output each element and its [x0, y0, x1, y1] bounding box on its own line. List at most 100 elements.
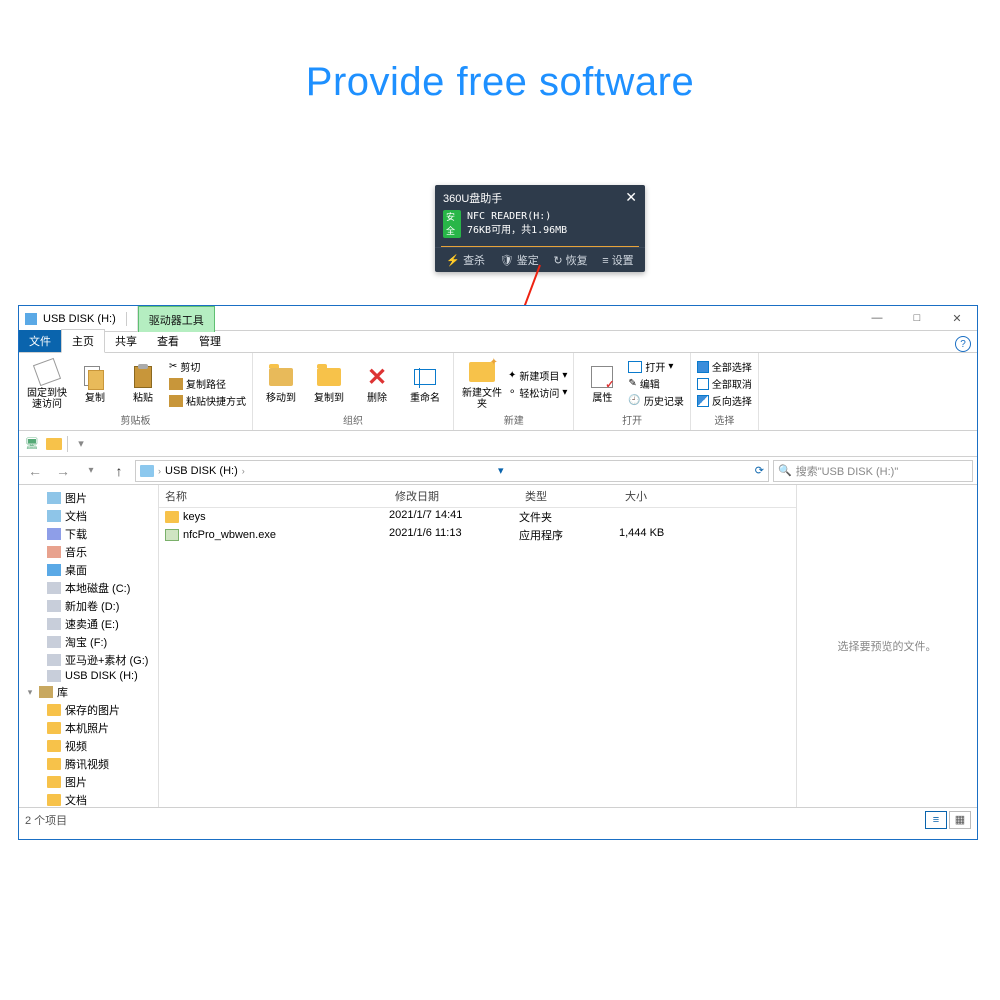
- selectnone-button[interactable]: 全部取消: [697, 376, 752, 391]
- popup-title: 360U盘助手: [443, 190, 502, 206]
- close-icon[interactable]: ✕: [625, 189, 637, 206]
- nav-item-label: 桌面: [65, 562, 87, 578]
- close-button[interactable]: ✕: [937, 306, 977, 330]
- chevron-right-icon[interactable]: ›: [156, 466, 163, 476]
- popup-action-settings[interactable]: ≡ 设置: [602, 252, 633, 268]
- qat-dropdown[interactable]: ▾: [72, 435, 90, 453]
- drive-crumb-icon: [140, 465, 154, 477]
- nav-item[interactable]: 桌面: [21, 561, 156, 579]
- moveto-button[interactable]: 移动到: [259, 363, 303, 404]
- newfolder-button[interactable]: 新建文件夹: [460, 358, 504, 410]
- drive-tools-label: 驱动器工具: [138, 306, 215, 332]
- nav-item[interactable]: 腾讯视频: [21, 755, 156, 773]
- nav-item[interactable]: 下载: [21, 525, 156, 543]
- ni-fld-icon: [47, 758, 61, 770]
- forward-button[interactable]: →: [51, 459, 75, 483]
- nav-item-label: 库: [57, 684, 68, 700]
- tab-home[interactable]: 主页: [61, 329, 105, 353]
- col-size[interactable]: 大小: [619, 485, 709, 507]
- quick-access-bar: 🖥 ▾: [19, 431, 977, 457]
- search-icon: 🔍: [778, 464, 792, 477]
- nav-item-label: 下载: [65, 526, 87, 542]
- history-button[interactable]: 🕘 历史记录: [628, 393, 683, 408]
- file-size: [619, 509, 709, 525]
- file-row[interactable]: keys2021/1/7 14:41文件夹: [159, 508, 796, 526]
- nav-item-label: 速卖通 (E:): [65, 616, 119, 632]
- view-icons-button[interactable]: ▦: [949, 811, 971, 829]
- maximize-button[interactable]: □: [897, 306, 937, 330]
- nav-item[interactable]: 图片: [21, 773, 156, 791]
- nav-item[interactable]: ▾库: [21, 683, 156, 701]
- copypath-button[interactable]: 复制路径: [169, 376, 246, 391]
- nav-item[interactable]: 文档: [21, 507, 156, 525]
- copy-button[interactable]: 复制: [73, 363, 117, 404]
- popup-action-recover[interactable]: ↻ 恢复: [553, 252, 587, 268]
- help-button[interactable]: ?: [955, 336, 971, 352]
- up-button[interactable]: ↑: [107, 459, 131, 483]
- delete-button[interactable]: ✕删除: [355, 363, 399, 404]
- tab-view[interactable]: 查看: [147, 330, 189, 352]
- group-clipboard-label: 剪贴板: [25, 412, 246, 428]
- recent-button[interactable]: ▾: [79, 459, 103, 483]
- file-date: 2021/1/6 11:13: [389, 527, 519, 543]
- newitem-button[interactable]: ✦ 新建项目 ▾: [508, 368, 567, 383]
- easyaccess-button[interactable]: ⚬ 轻松访问 ▾: [508, 385, 567, 400]
- group-org-label: 组织: [259, 412, 447, 428]
- popup-device: NFC READER(H:): [467, 210, 567, 224]
- minimize-button[interactable]: —: [857, 306, 897, 330]
- tab-manage[interactable]: 管理: [189, 330, 231, 352]
- popup-action-scan[interactable]: ⚡ 查杀: [446, 252, 485, 268]
- search-placeholder: 搜索"USB DISK (H:)": [796, 463, 899, 479]
- ni-dl-icon: [47, 528, 61, 540]
- nav-item[interactable]: 图片: [21, 489, 156, 507]
- rename-button[interactable]: 重命名: [403, 363, 447, 404]
- cut-button[interactable]: ✂ 剪切: [169, 359, 246, 374]
- status-text: 2 个项目: [25, 812, 67, 828]
- ni-drv-icon: [47, 670, 61, 682]
- nav-item[interactable]: 保存的图片: [21, 701, 156, 719]
- qat-folder-icon[interactable]: [45, 435, 63, 453]
- nav-item-label: 本地磁盘 (C:): [65, 580, 130, 596]
- ni-drv-icon: [47, 654, 61, 666]
- nav-item[interactable]: 亚马逊+素材 (G:): [21, 651, 156, 669]
- nav-item[interactable]: 视频: [21, 737, 156, 755]
- nav-item[interactable]: 新加卷 (D:): [21, 597, 156, 615]
- paste-button[interactable]: 粘贴: [121, 363, 165, 404]
- copyto-button[interactable]: 复制到: [307, 363, 351, 404]
- shortcut-button[interactable]: 粘贴快捷方式: [169, 393, 246, 408]
- popup-action-verify[interactable]: 🛡 鉴定: [500, 252, 539, 268]
- tab-file[interactable]: 文件: [19, 330, 61, 352]
- qat-pc-icon[interactable]: 🖥: [23, 435, 41, 453]
- search-input[interactable]: 🔍 搜索"USB DISK (H:)": [773, 460, 973, 482]
- nav-item[interactable]: 本地磁盘 (C:): [21, 579, 156, 597]
- nav-pane[interactable]: 图片文档下载音乐桌面本地磁盘 (C:)新加卷 (D:)速卖通 (E:)淘宝 (F…: [19, 485, 159, 807]
- nav-item[interactable]: 速卖通 (E:): [21, 615, 156, 633]
- crumb-seg[interactable]: USB DISK (H:): [165, 465, 238, 477]
- breadcrumb[interactable]: › USB DISK (H:) › ▾ ⟳: [135, 460, 769, 482]
- view-details-button[interactable]: ≡: [925, 811, 947, 829]
- nav-item[interactable]: 音乐: [21, 543, 156, 561]
- column-headers[interactable]: 名称 修改日期 类型 大小: [159, 485, 796, 508]
- nav-item[interactable]: 文档: [21, 791, 156, 807]
- nav-item[interactable]: USB DISK (H:): [21, 669, 156, 683]
- nav-item-label: 保存的图片: [65, 702, 120, 718]
- open-with-button[interactable]: 打开 ▾: [628, 359, 683, 374]
- dropdown-icon[interactable]: ▾: [498, 464, 504, 477]
- col-type[interactable]: 类型: [519, 485, 619, 507]
- selectall-button[interactable]: 全部选择: [697, 359, 752, 374]
- nav-item-label: 视频: [65, 738, 87, 754]
- file-row[interactable]: nfcPro_wbwen.exe2021/1/6 11:13应用程序1,444 …: [159, 526, 796, 544]
- edit-button[interactable]: ✎ 编辑: [628, 376, 683, 391]
- nav-item[interactable]: 本机照片: [21, 719, 156, 737]
- col-date[interactable]: 修改日期: [389, 485, 519, 507]
- invert-button[interactable]: 反向选择: [697, 393, 752, 408]
- back-button[interactable]: ←: [23, 459, 47, 483]
- properties-button[interactable]: 属性: [580, 363, 624, 404]
- pin-button[interactable]: 固定到快速访问: [25, 358, 69, 410]
- tab-share[interactable]: 共享: [105, 330, 147, 352]
- refresh-icon[interactable]: ⟳: [755, 464, 764, 477]
- file-date: 2021/1/7 14:41: [389, 509, 519, 525]
- chevron-right-icon[interactable]: ›: [240, 466, 247, 476]
- nav-item[interactable]: 淘宝 (F:): [21, 633, 156, 651]
- col-name[interactable]: 名称: [159, 485, 389, 507]
